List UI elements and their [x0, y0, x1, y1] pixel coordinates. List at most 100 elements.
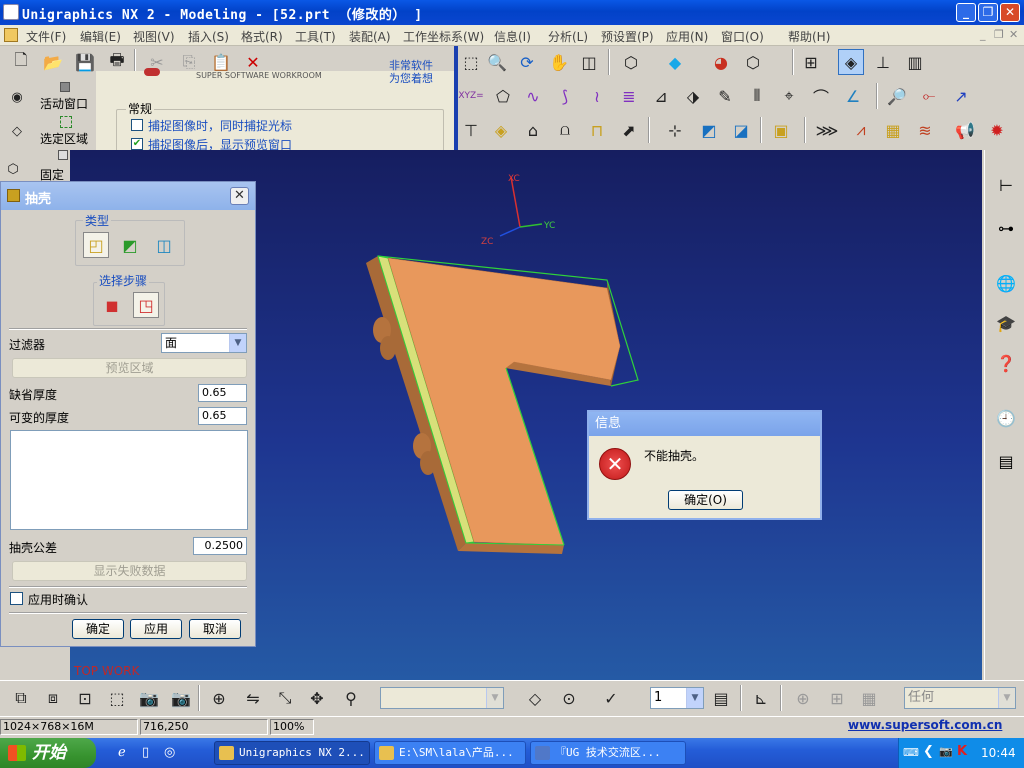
drafting-app-icon[interactable]: ⊥ [870, 49, 896, 75]
analysis-curve-icon[interactable]: ⟜ [916, 83, 942, 109]
display-color-icon[interactable]: ◕ [708, 49, 734, 75]
snap-grid-icon[interactable]: ⊞ [824, 685, 850, 711]
curve-offset-icon[interactable]: ⟆ [552, 83, 578, 109]
opt1-checkbox[interactable] [131, 119, 143, 131]
variable-thickness-input[interactable]: 0.65 [198, 407, 247, 425]
wireframe-icon[interactable]: ⬡ [740, 49, 766, 75]
component-filter-select[interactable]: ▼ [380, 687, 504, 709]
shell-dialog-close-button[interactable]: ✕ [230, 187, 249, 205]
shell-type-hollow-icon[interactable]: ◫ [151, 232, 177, 258]
tray-expand-icon[interactable]: ❮ [923, 744, 934, 759]
measure-icon[interactable]: 📢 [952, 117, 978, 143]
mirror-icon[interactable]: ⇋ [240, 685, 266, 711]
keyboard-tray-icon[interactable]: ⌨ [903, 746, 919, 759]
camera-tray-icon[interactable]: 📷 [939, 745, 953, 758]
start-button[interactable]: 开始 [0, 738, 96, 768]
surface-offset-icon[interactable]: ≋ [912, 117, 938, 143]
menu-window[interactable]: 窗口(O) [721, 28, 764, 45]
shell-type-body-icon[interactable]: ◩ [117, 232, 143, 258]
assembly-navigator-icon[interactable]: ⊢ [993, 172, 1019, 198]
cancel-button[interactable]: 取消 [189, 619, 241, 639]
shaded-icon[interactable]: ◆ [662, 49, 688, 75]
menu-assembly[interactable]: 装配(A) [349, 28, 391, 45]
minimize-button[interactable]: _ [956, 3, 976, 22]
zoom-window-icon[interactable]: ⬚ [458, 49, 484, 75]
curve-bridge-icon[interactable]: ≀ [584, 83, 610, 109]
surface-through-icon[interactable]: ▦ [880, 117, 906, 143]
perspective-icon[interactable]: ◫ [576, 49, 602, 75]
task-forum[interactable]: 『UG 技术交流区... [530, 741, 686, 765]
snap-face-icon[interactable]: ▦ [856, 685, 882, 711]
curve-angle-icon[interactable]: ∠ [840, 83, 866, 109]
select-area-tool[interactable]: 选定区域 [38, 116, 93, 146]
menu-insert[interactable]: 插入(S) [188, 28, 229, 45]
snap-point-icon[interactable]: ⊕ [790, 685, 816, 711]
menu-tools[interactable]: 工具(T) [295, 28, 336, 45]
desktop-quicklaunch-icon[interactable]: ▯ [142, 745, 158, 761]
assembly-app-icon[interactable]: ▥ [902, 49, 928, 75]
select-features-icon[interactable]: ⬚ [104, 685, 130, 711]
curve-rect-icon[interactable]: ⬠ [490, 83, 516, 109]
curve-length-icon[interactable]: ⌖ [776, 83, 802, 109]
rotate-icon[interactable]: ⟳ [514, 49, 540, 75]
history-icon[interactable]: 🕘 [993, 405, 1019, 431]
check-icon[interactable]: ✓ [598, 685, 624, 711]
curve-project-icon[interactable]: ≣ [616, 83, 642, 109]
datum-plane-icon[interactable]: ⊹ [662, 117, 688, 143]
web-browser-icon[interactable]: 🌐 [993, 270, 1019, 296]
info-message-title[interactable]: 信息 [589, 412, 820, 436]
analysis-surface-icon[interactable]: ↗ [948, 83, 974, 109]
free-form-icon[interactable]: ✹ [984, 117, 1010, 143]
mdi-restore-icon[interactable]: ❐ [994, 28, 1004, 41]
feature-pocket-icon[interactable]: ⌂ [520, 117, 546, 143]
ie-quicklaunch-icon[interactable]: ℯ [118, 745, 134, 761]
shell-dialog-titlebar[interactable]: 抽壳 ✕ [1, 182, 255, 210]
feature-boss-icon[interactable]: ◈ [488, 117, 514, 143]
feature-groove-icon[interactable]: ⬈ [616, 117, 642, 143]
surface-mesh-icon[interactable]: ⋙ [814, 117, 840, 143]
form-feature-icon[interactable]: ▣ [768, 117, 794, 143]
move-icon[interactable]: ⤡ [272, 685, 298, 711]
menu-application[interactable]: 应用(N) [666, 28, 708, 45]
training-icon[interactable]: 🎓 [993, 310, 1019, 336]
curve-spline-icon[interactable]: ∿ [520, 83, 546, 109]
mdi-close-icon[interactable]: ✕ [1009, 28, 1018, 41]
chamfer-icon[interactable]: ◪ [728, 117, 754, 143]
layer-settings-icon[interactable]: ⊞ [798, 49, 824, 75]
select-body-icon[interactable]: ⊡ [72, 685, 98, 711]
feature-pad-icon[interactable]: ⩍ [552, 117, 578, 143]
confirm-on-apply-checkbox[interactable] [10, 592, 23, 605]
open-file-icon[interactable]: 📂 [40, 49, 66, 75]
step-alternate-thickness-icon[interactable]: ◳ [133, 292, 159, 318]
modeling-app-icon[interactable]: ◈ [838, 49, 864, 75]
menu-analysis[interactable]: 分析(L) [548, 28, 588, 45]
tolerance-input[interactable]: 0.2500 [193, 537, 247, 555]
pan-icon[interactable]: ✋ [546, 49, 572, 75]
wcs-orient-icon[interactable]: ⊾ [748, 685, 774, 711]
fixed-tool[interactable]: 固定 [38, 150, 68, 182]
apply-button[interactable]: 应用 [130, 619, 182, 639]
menu-info[interactable]: 信息(I) [494, 28, 531, 45]
filter-select[interactable]: 面 ▼ [161, 333, 247, 353]
snap-type-select[interactable]: 任何 ▼ [904, 687, 1016, 709]
curve-trim-icon[interactable]: ⊿ [648, 83, 674, 109]
show-failure-button[interactable]: 显示失败数据 [12, 561, 247, 581]
camera-icon[interactable]: 📷 [136, 685, 162, 711]
select-all-icon[interactable]: ⧉ [8, 685, 34, 711]
thickness-list[interactable] [10, 430, 248, 530]
menu-format[interactable]: 格式(R) [241, 28, 283, 45]
active-window-tool[interactable]: 活动窗口 [38, 82, 93, 111]
website-link[interactable]: www.supersoft.com.cn [848, 718, 1002, 732]
task-unigraphics[interactable]: Unigraphics NX 2... [214, 741, 370, 765]
task-explorer[interactable]: E:\SM\lala\产品... [374, 741, 526, 765]
work-layer-icon[interactable]: ◇ [522, 685, 548, 711]
system-materials-icon[interactable]: ▤ [993, 448, 1019, 474]
blend-icon[interactable]: ◩ [696, 117, 722, 143]
part-navigator-icon[interactable]: ⊶ [993, 215, 1019, 241]
preview-area-button[interactable]: 预览区域 [12, 358, 247, 378]
visible-layer-icon[interactable]: ⊙ [556, 685, 582, 711]
antivirus-tray-icon[interactable]: K [957, 744, 967, 759]
menu-file[interactable]: 文件(F) [26, 28, 66, 45]
curve-divide-icon[interactable]: ⫴ [744, 83, 770, 109]
active-window-icon[interactable]: ◉ [4, 84, 30, 110]
